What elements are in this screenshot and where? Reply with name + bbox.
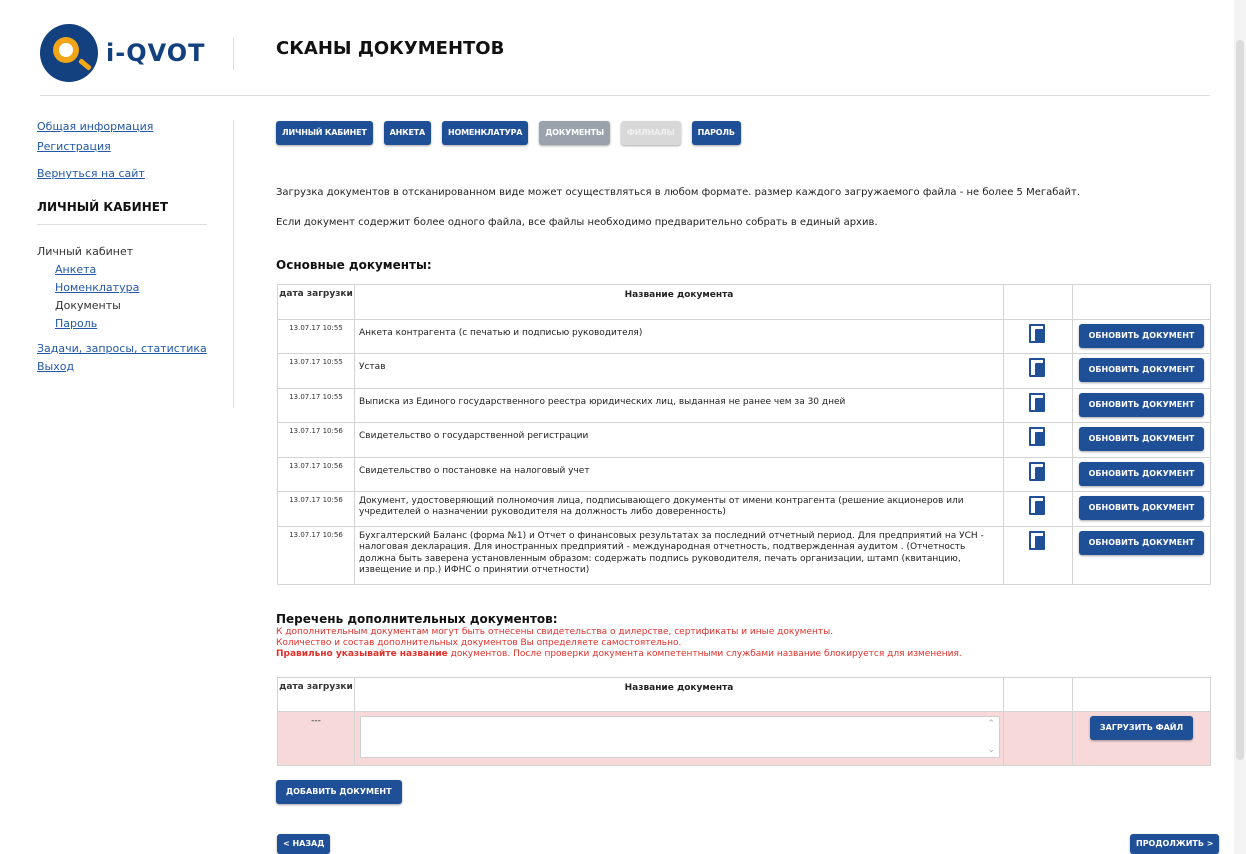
back-button[interactable]: < НАЗАД [277, 834, 331, 854]
doc-date: 13.07.17 10:55 [277, 388, 355, 423]
scrollbar-thumb[interactable] [1236, 40, 1244, 760]
document-copy-icon[interactable] [1029, 358, 1047, 378]
extra-docs-note-2: Количество и состав дополнительных докум… [276, 638, 682, 649]
logo-text: i-QVOT [106, 39, 206, 67]
doc-date: --- [277, 711, 355, 766]
column-header-name: Название документа [354, 677, 1004, 712]
extra-docs-title: Перечень дополнительных документов: [276, 612, 558, 626]
scroll-down-icon[interactable]: ⌄ [987, 745, 995, 755]
document-copy-icon[interactable] [1029, 462, 1047, 482]
column-header-name: Название документа [354, 284, 1004, 320]
sidebar-link-registration[interactable]: Регистрация [37, 140, 212, 153]
update-document-button[interactable]: ОБНОВИТЬ ДОКУМЕНТ [1078, 358, 1205, 382]
add-document-button[interactable]: ДОБАВИТЬ ДОКУМЕНТ [276, 780, 402, 804]
logo[interactable]: i-QVOT [40, 24, 206, 82]
extra-docs-table: дата загрузки Название документа --- ⌃ ⌄… [277, 677, 1211, 766]
update-document-button[interactable]: ОБНОВИТЬ ДОКУМЕНТ [1078, 324, 1205, 348]
sidebar-link-general-info[interactable]: Общая информация [37, 120, 212, 133]
doc-name: Свидетельство о постановке на налоговый … [354, 457, 1004, 492]
table-row: 13.07.17 10:55 Устав ОБНОВИТЬ ДОКУМЕНТ [277, 353, 1211, 389]
info-text-size-limit: Загрузка документов в отсканированном ви… [276, 187, 1081, 198]
sidebar-item-cabinet: Личный кабинет [37, 245, 134, 258]
document-name-input[interactable]: ⌃ ⌄ [360, 716, 1000, 758]
column-header-date: дата загрузки [277, 677, 355, 712]
tab-bar: ЛИЧНЫЙ КАБИНЕТ АНКЕТА НОМЕНКЛАТУРА ДОКУМ… [276, 121, 741, 145]
doc-date: 13.07.17 10:56 [277, 422, 355, 458]
doc-date: 13.07.17 10:56 [277, 526, 355, 585]
sidebar-divider [233, 120, 234, 408]
sidebar-link-tasks[interactable]: Задачи, запросы, статистика [37, 342, 212, 355]
page-title: СКАНЫ ДОКУМЕНТОВ [276, 38, 505, 59]
table-row: 13.07.17 10:56 Бухгалтерский Баланс (фор… [277, 526, 1211, 585]
document-copy-icon[interactable] [1029, 393, 1047, 413]
table-row: 13.07.17 10:56 Свидетельство о постановк… [277, 457, 1211, 492]
doc-name: Свидетельство о государственной регистра… [354, 422, 1004, 458]
tab-password[interactable]: ПАРОЛЬ [691, 121, 741, 145]
scroll-up-icon[interactable]: ⌃ [987, 719, 995, 729]
extra-docs-note-3-bold: Правильно указывайте название [276, 648, 448, 659]
sidebar-item-nomenclature[interactable]: Номенклатура [55, 281, 212, 294]
column-header-action [1072, 284, 1211, 320]
header-rule [40, 95, 1210, 96]
next-button[interactable]: ПРОДОЛЖИТЬ > [1130, 834, 1220, 854]
doc-name: Выписка из Единого государственного реес… [354, 388, 1004, 423]
update-document-button[interactable]: ОБНОВИТЬ ДОКУМЕНТ [1078, 393, 1205, 417]
header-divider [233, 38, 234, 70]
logo-icon [40, 24, 98, 82]
upload-file-button[interactable]: ЗАГРУЗИТЬ ФАЙЛ [1089, 716, 1194, 740]
doc-name: Документ, удостоверяющий полномочия лица… [354, 491, 1004, 527]
tab-nomenclature[interactable]: НОМЕНКЛАТУРА [441, 121, 529, 145]
table-header-row: дата загрузки Название документа [277, 677, 1211, 712]
tab-documents[interactable]: ДОКУМЕНТЫ [539, 121, 610, 145]
doc-name: Устав [354, 353, 1004, 389]
table-row: 13.07.17 10:55 Анкета контрагента (с печ… [277, 319, 1211, 354]
tab-branches: ФИЛИАЛЫ [620, 121, 681, 145]
table-row: --- ⌃ ⌄ ЗАГРУЗИТЬ ФАЙЛ [277, 711, 1211, 766]
update-document-button[interactable]: ОБНОВИТЬ ДОКУМЕНТ [1078, 496, 1205, 520]
info-text-archive: Если документ содержит более одного файл… [276, 217, 878, 228]
document-copy-icon[interactable] [1029, 496, 1047, 516]
column-header-date: дата загрузки [277, 284, 355, 320]
main-docs-table: дата загрузки Название документа 13.07.1… [277, 284, 1211, 585]
page-scrollbar[interactable] [1234, 0, 1246, 854]
update-document-button[interactable]: ОБНОВИТЬ ДОКУМЕНТ [1078, 462, 1205, 486]
sidebar-item-anketa[interactable]: Анкета [55, 263, 212, 276]
extra-docs-note-3-rest: документов. После проверки документа ком… [447, 648, 962, 659]
doc-name: Анкета контрагента (с печатью и подписью… [354, 319, 1004, 354]
sidebar-item-documents: Документы [55, 299, 121, 312]
update-document-button[interactable]: ОБНОВИТЬ ДОКУМЕНТ [1078, 531, 1205, 555]
table-row: 13.07.17 10:55 Выписка из Единого госуда… [277, 388, 1211, 423]
document-copy-icon[interactable] [1029, 427, 1047, 447]
table-row: 13.07.17 10:56 Документ, удостоверяющий … [277, 491, 1211, 527]
update-document-button[interactable]: ОБНОВИТЬ ДОКУМЕНТ [1078, 427, 1205, 451]
sidebar: Общая информация Регистрация Вернуться н… [37, 120, 212, 373]
sidebar-link-logout[interactable]: Выход [37, 360, 212, 373]
doc-date: 13.07.17 10:55 [277, 319, 355, 354]
sidebar-item-password[interactable]: Пароль [55, 317, 212, 330]
main-docs-title: Основные документы: [276, 258, 432, 272]
sidebar-link-back-to-site[interactable]: Вернуться на сайт [37, 167, 212, 180]
extra-docs-note-3: Правильно указывайте название документов… [276, 649, 962, 660]
doc-name: Бухгалтерский Баланс (форма №1) и Отчет … [354, 526, 1004, 585]
doc-date: 13.07.17 10:56 [277, 457, 355, 492]
tab-anketa[interactable]: АНКЕТА [383, 121, 431, 145]
column-header-action [1072, 677, 1211, 712]
extra-docs-note-1: К дополнительным документам могут быть о… [276, 627, 834, 638]
table-header-row: дата загрузки Название документа [277, 284, 1211, 320]
sidebar-section-title: ЛИЧНЫЙ КАБИНЕТ [37, 200, 207, 225]
column-header-icon [1003, 677, 1073, 712]
column-header-icon [1003, 284, 1073, 320]
tab-cabinet[interactable]: ЛИЧНЫЙ КАБИНЕТ [276, 121, 373, 145]
document-copy-icon[interactable] [1029, 531, 1047, 551]
doc-date: 13.07.17 10:56 [277, 491, 355, 527]
extra-docs-section: Перечень дополнительных документов: К до… [276, 612, 962, 660]
table-row: 13.07.17 10:56 Свидетельство о государст… [277, 422, 1211, 458]
doc-date: 13.07.17 10:55 [277, 353, 355, 389]
document-copy-icon[interactable] [1029, 324, 1047, 344]
